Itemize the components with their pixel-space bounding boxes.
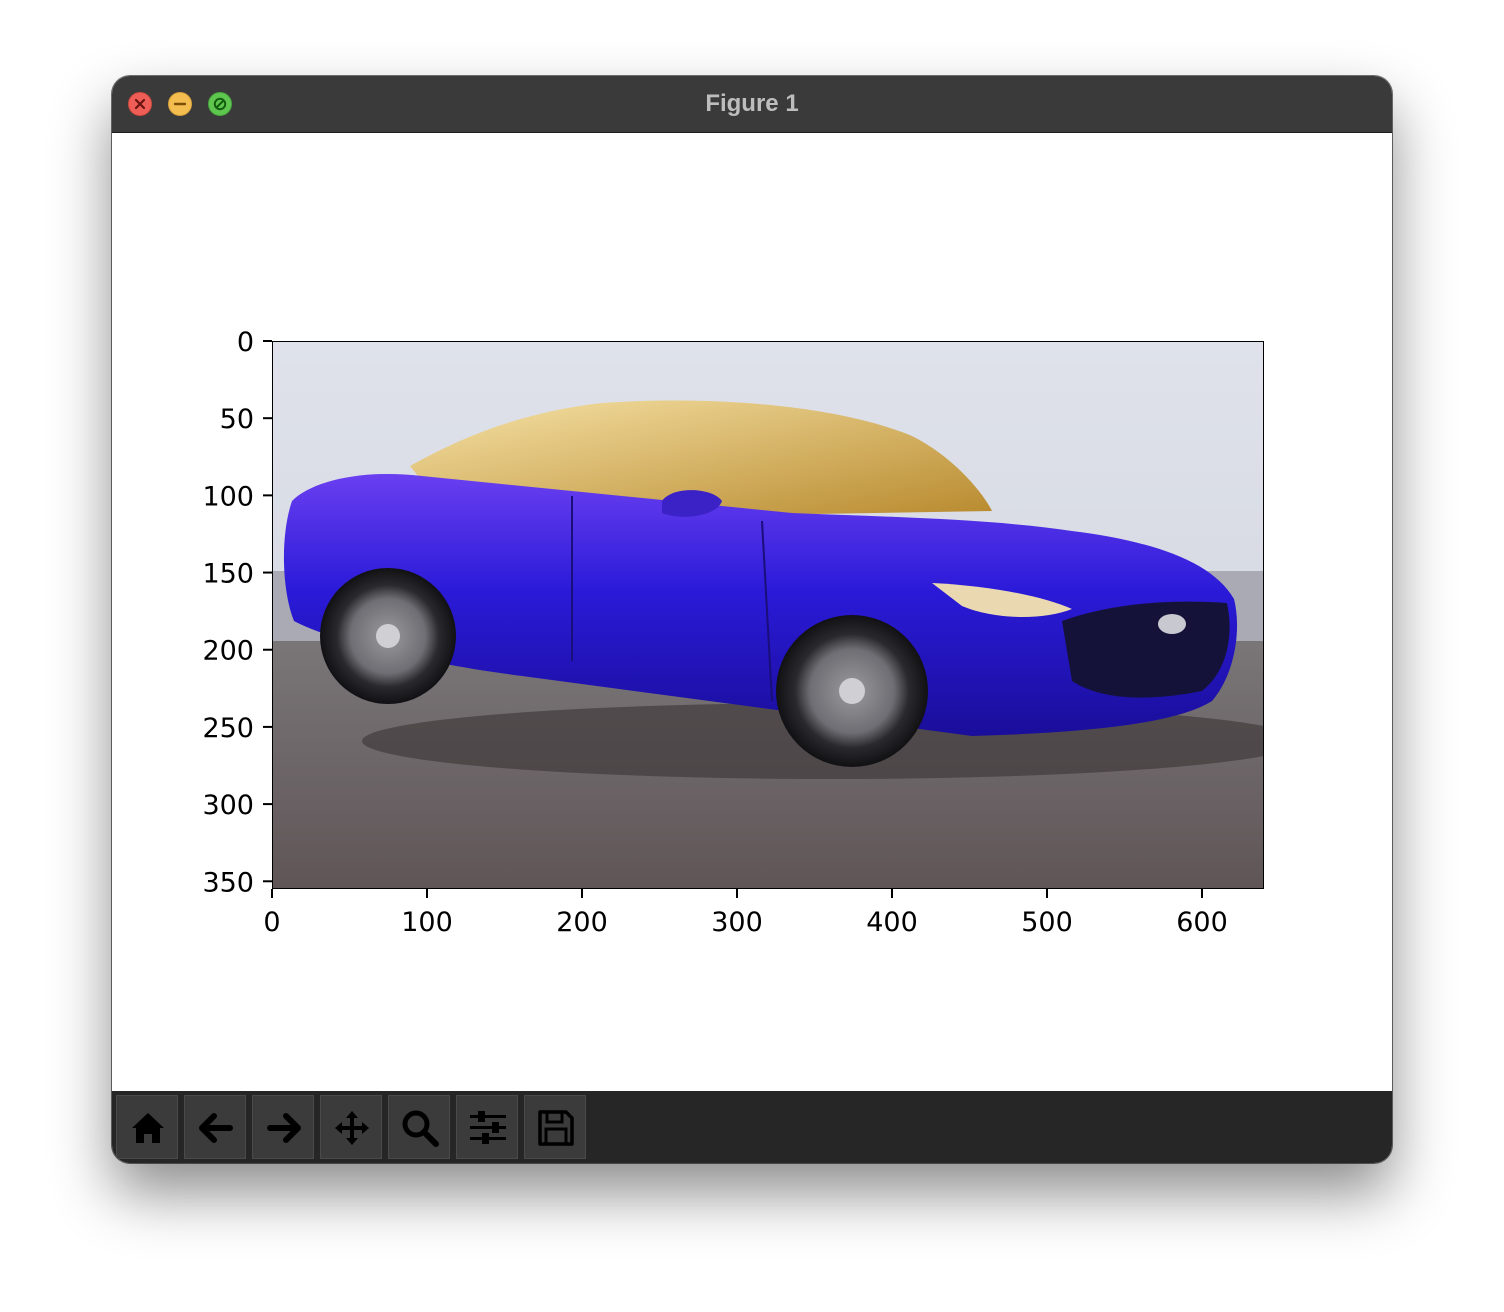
save-button[interactable] <box>524 1095 586 1159</box>
navigation-toolbar <box>112 1091 1392 1163</box>
image-plot <box>272 341 1264 889</box>
arrow-right-icon <box>267 1113 301 1143</box>
arrow-left-icon <box>199 1113 233 1143</box>
figure-window: Figure 1 <box>112 76 1392 1163</box>
figure-canvas[interactable] <box>112 133 1392 1091</box>
zoom-rect-button[interactable] <box>388 1095 450 1159</box>
home-icon <box>132 1113 164 1143</box>
close-button[interactable] <box>128 92 152 116</box>
forward-button[interactable] <box>252 1095 314 1159</box>
car-photo <box>272 341 1264 889</box>
minimize-icon <box>173 102 187 106</box>
zoom-button[interactable] <box>208 92 232 116</box>
close-icon <box>134 98 146 110</box>
back-button[interactable] <box>184 1095 246 1159</box>
floppy-disk-icon <box>538 1110 574 1146</box>
home-button[interactable] <box>116 1095 178 1159</box>
minimize-button[interactable] <box>168 92 192 116</box>
sliders-icon <box>470 1111 506 1144</box>
configure-subplots-button[interactable] <box>456 1095 518 1159</box>
zoom-icon <box>213 97 227 111</box>
pan-button[interactable] <box>320 1095 382 1159</box>
move-arrows-icon <box>335 1111 369 1145</box>
title-bar: Figure 1 <box>112 76 1392 133</box>
window-title: Figure 1 <box>705 90 799 117</box>
magnifier-icon <box>402 1110 439 1147</box>
